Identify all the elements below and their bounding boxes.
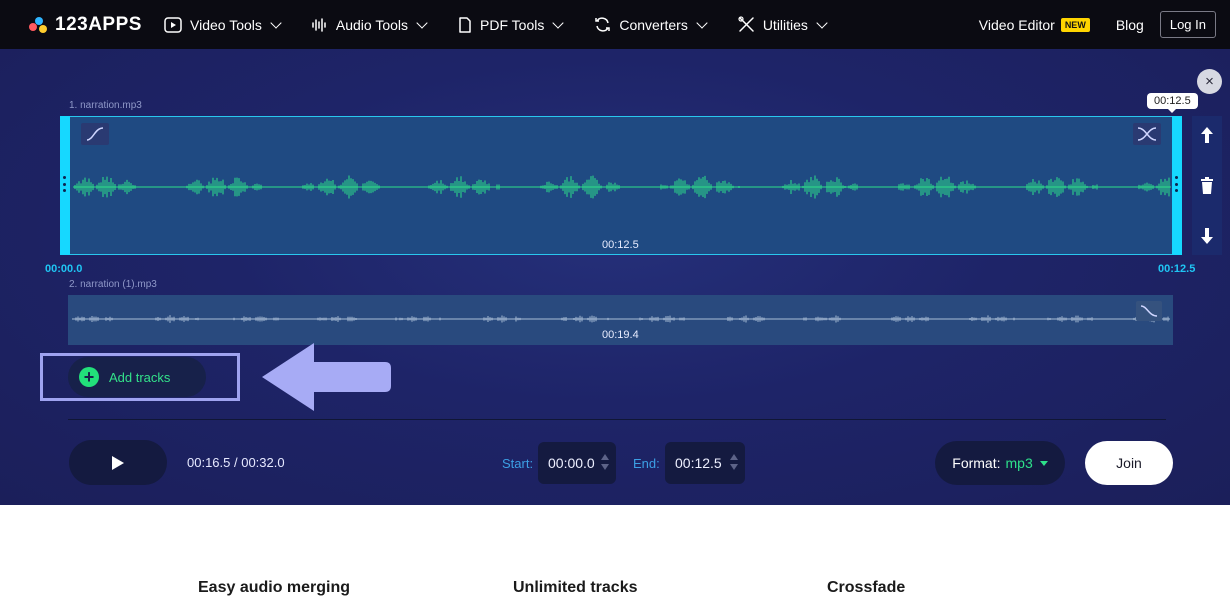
chevron-down-icon [816,16,828,29]
join-button[interactable]: Join [1085,441,1173,485]
nav-pdf-tools[interactable]: PDF Tools [458,16,565,33]
nav-video-tools-label: Video Tools [190,16,262,33]
nav-converters-label: Converters [619,16,688,33]
end-label: End: [633,456,660,471]
nav-audio-tools[interactable]: Audio Tools [312,16,428,33]
video-editor-label: Video Editor [978,16,1055,33]
move-up-icon[interactable] [1200,126,1214,144]
selection-start-time: 00:00.0 [45,263,83,275]
crossfade-button[interactable] [1133,123,1161,145]
format-select[interactable]: Format: mp3 [935,441,1065,485]
close-icon[interactable]: × [1197,69,1222,94]
top-navigation: 123APPS Video Tools Audio Tools PDF Tool… [0,0,1230,49]
new-badge: NEW [1060,17,1090,32]
grip-icon [1175,176,1178,192]
plus-icon: + [79,367,99,387]
grip-icon [63,176,66,192]
track-tools [1192,116,1222,255]
caret-down-icon [1039,460,1048,466]
audio-joiner-editor: × 1. narration.mp3 00:12.5 00:12.5 00:00… [0,49,1230,505]
crossfade-icon [1137,127,1157,141]
logo-icon [29,15,49,35]
playback-position: 00:16.5 [187,455,231,470]
chevron-down-icon [416,16,428,29]
start-time-field[interactable]: 00:00.0 [538,442,616,484]
main-nav: Video Tools Audio Tools PDF Tools Conver… [164,0,858,49]
move-down-icon[interactable] [1200,227,1214,245]
format-value: mp3 [1005,455,1033,471]
nav-audio-tools-label: Audio Tools [335,16,409,33]
trash-icon[interactable] [1200,176,1214,195]
blog-link[interactable]: Blog [1116,17,1144,33]
time-tooltip: 00:12.5 [1147,93,1198,113]
audio-wave-icon [312,17,326,32]
track-2-waveform [72,315,1170,323]
feature-title: Crossfade [827,579,906,596]
end-time-value: 00:12.5 [675,455,722,471]
start-label: Start: [502,456,534,471]
track-2-duration: 00:19.4 [602,329,639,341]
login-button[interactable]: Log In [1159,11,1216,38]
add-tracks-label: Add tracks [109,369,171,385]
divider [68,419,1166,420]
playback-total: 00:32.0 [241,455,285,470]
nav-utilities-label: Utilities [762,16,808,33]
fade-in-icon [86,127,104,141]
track-2-name: 2. narration (1).mp3 [69,279,157,290]
add-tracks-button[interactable]: + Add tracks [68,357,206,397]
play-button[interactable] [69,440,167,485]
logo-text: 123APPS [55,14,142,35]
document-icon [459,16,471,33]
end-time-field[interactable]: 00:12.5 [665,442,745,484]
nav-utilities[interactable]: Utilities [738,16,828,33]
nav-pdf-tools-label: PDF Tools [480,16,545,33]
playback-time: 00:16.5 / 00:32.0 [187,455,285,470]
feature-title: Unlimited tracks [513,579,638,596]
playback-separator: / [230,455,242,470]
fade-in-button[interactable] [81,123,109,145]
chevron-down-icon [696,16,708,29]
nav-video-tools[interactable]: Video Tools [164,16,282,33]
feature-title: Easy audio merging [198,579,351,596]
start-time-value: 00:00.0 [548,455,595,471]
trim-handle-right[interactable] [1172,116,1182,255]
tools-icon [738,16,754,32]
chevron-down-icon [270,16,282,29]
play-icon [112,455,124,470]
track-2[interactable]: 00:19.4 [68,295,1173,345]
fade-out-button[interactable] [1136,301,1162,321]
nav-converters[interactable]: Converters [594,16,708,33]
track-1-waveform [73,175,1171,199]
track-1[interactable]: 00:12.5 [60,116,1182,255]
video-editor-link[interactable]: Video Editor NEW [979,17,1090,33]
trim-handle-left[interactable] [60,116,70,255]
logo[interactable]: 123APPS [29,14,142,36]
chevron-down-icon [552,16,565,29]
selection-end-time: 00:12.5 [1158,263,1196,275]
spinner-icon[interactable] [601,454,609,470]
arrow-left-icon [262,343,391,411]
convert-icon [595,17,611,32]
track-1-name: 1. narration.mp3 [69,100,142,111]
fade-out-icon [1140,305,1158,317]
spinner-icon[interactable] [730,454,738,470]
track-1-duration: 00:12.5 [602,239,639,251]
play-square-icon [164,16,182,33]
format-label: Format: [952,455,1001,471]
nav-right: Video Editor NEW Blog Log In [979,0,1216,49]
